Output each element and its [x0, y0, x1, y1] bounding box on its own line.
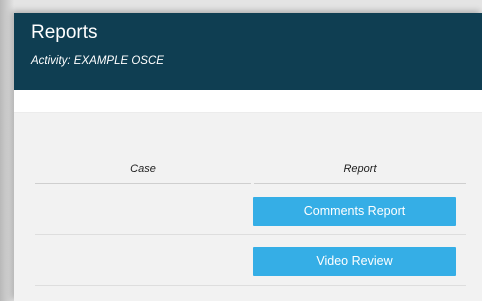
column-divider-case: [35, 183, 251, 184]
comments-report-button[interactable]: Comments Report: [253, 197, 456, 226]
column-header-report: Report: [343, 163, 377, 175]
row-divider: [35, 234, 466, 235]
row-divider: [35, 285, 466, 286]
column-header-case: Case: [130, 163, 156, 175]
page-title: Reports: [31, 22, 98, 43]
activity-subtitle: Activity: EXAMPLE OSCE: [31, 55, 164, 67]
reports-table: Case Report Comments Report Video Review: [14, 113, 482, 301]
window-backdrop: Reports Activity: EXAMPLE OSCE Case Repo…: [0, 0, 482, 301]
header-spacer: [14, 90, 482, 113]
column-divider-report: [254, 183, 466, 184]
video-review-button[interactable]: Video Review: [253, 247, 456, 276]
reports-panel: Reports Activity: EXAMPLE OSCE Case Repo…: [14, 13, 482, 301]
reports-header: Reports Activity: EXAMPLE OSCE: [14, 13, 482, 90]
